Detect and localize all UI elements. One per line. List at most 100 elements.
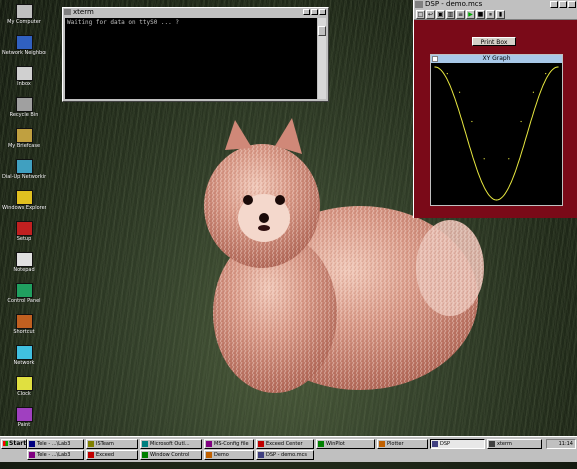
desktop-icon-label: Recycle Bin bbox=[9, 112, 39, 118]
taskbar-task-label: Tele - ...\Lab3 bbox=[37, 452, 71, 458]
minimize-button[interactable] bbox=[550, 1, 558, 8]
desktop-icon-label: Setup bbox=[16, 236, 32, 242]
close-button[interactable] bbox=[568, 1, 576, 8]
terminal-line: Waiting for data on ttyS0 ... ? bbox=[67, 19, 179, 26]
taskbar-task-button[interactable]: MS-Config file bbox=[204, 439, 254, 449]
outlook-icon bbox=[142, 441, 148, 447]
briefcase-icon bbox=[15, 128, 33, 143]
taskbar-task-button[interactable]: DSP - demo.mcs bbox=[256, 450, 314, 460]
desktop-icon[interactable]: Network Neighborhood bbox=[2, 35, 46, 65]
desktop-icon-label: Clock bbox=[17, 391, 31, 397]
clock-icon bbox=[15, 376, 33, 391]
dsp-title: DSP - demo.mcs bbox=[425, 0, 483, 8]
desktop-icon-label: Windows Explorer bbox=[2, 205, 46, 211]
desktop-icon[interactable]: Notepad bbox=[2, 252, 46, 282]
scrollbar-thumb[interactable] bbox=[318, 26, 326, 36]
taskbar-task-label: Window Control bbox=[150, 452, 190, 458]
terminal-icon bbox=[29, 452, 35, 458]
taskbar-task-label: Exceed Center bbox=[266, 441, 303, 447]
desktop-icon-label: Paint bbox=[17, 422, 31, 428]
taskbar-task-button[interactable]: Microsoft Outl... bbox=[140, 439, 202, 449]
start-button[interactable]: Start bbox=[1, 439, 27, 449]
toolbar-button[interactable]: ▶ bbox=[466, 10, 475, 19]
taskbar-task-button[interactable]: DSP bbox=[430, 439, 485, 449]
desktop-icon[interactable]: My Briefcase bbox=[2, 128, 46, 158]
xy-graph-titlebar[interactable]: XY Graph bbox=[431, 55, 562, 63]
xy-graph-window[interactable]: XY Graph bbox=[430, 54, 563, 206]
xy-data-point bbox=[495, 199, 498, 201]
window-icon bbox=[142, 452, 148, 458]
toolbar-button[interactable]: ≡ bbox=[456, 10, 465, 19]
system-menu-icon[interactable] bbox=[415, 1, 423, 8]
dsp-window[interactable]: DSP - demo.mcs □ ↩ ▣ ▥ ≡ ▶ ■ ⏸ ▮ Print Box XY Gr… bbox=[413, 0, 577, 218]
toolbar-button[interactable]: ▥ bbox=[446, 10, 455, 19]
system-tray[interactable]: 11:14 bbox=[546, 439, 576, 449]
clock: 11:14 bbox=[558, 441, 573, 447]
maximize-button[interactable] bbox=[311, 9, 318, 15]
taskbar-task-button[interactable]: ISTeam bbox=[86, 439, 138, 449]
xy-graph-title: XY Graph bbox=[482, 55, 511, 62]
taskbar-task-label: Plotter bbox=[387, 441, 404, 447]
desktop-icon[interactable]: Paint bbox=[2, 407, 46, 437]
recycle-bin-icon bbox=[15, 97, 33, 112]
taskbar-task-button[interactable]: Plotter bbox=[377, 439, 428, 449]
toolbar-button[interactable]: ▣ bbox=[436, 10, 445, 19]
desktop-icon[interactable]: My Computer bbox=[2, 4, 46, 34]
xy-data-point bbox=[508, 158, 510, 160]
desktop-icon[interactable]: Setup bbox=[2, 221, 46, 251]
xy-data-point bbox=[459, 91, 461, 93]
config-icon bbox=[206, 441, 212, 447]
taskbar-task-label: WinPlot bbox=[326, 441, 345, 447]
taskbar-task-button[interactable]: xterm bbox=[487, 439, 542, 449]
notepad-icon bbox=[15, 252, 33, 267]
desktop-icon[interactable]: Clock bbox=[2, 376, 46, 406]
desktop-icon-label: My Computer bbox=[7, 19, 41, 25]
graph-menu-icon[interactable] bbox=[432, 56, 438, 62]
taskbar: Start 11:14 Tele - ...\Lab3 ISTeam Microso… bbox=[0, 436, 577, 462]
taskbar-task-button[interactable]: Tele - ...\Lab3 bbox=[27, 450, 84, 460]
dsp-titlebar[interactable]: DSP - demo.mcs bbox=[414, 0, 577, 9]
desktop-icon-label: Network bbox=[13, 360, 35, 366]
system-menu-icon[interactable] bbox=[64, 9, 71, 15]
toolbar-button[interactable]: ■ bbox=[476, 10, 485, 19]
desktop-icon[interactable]: Network bbox=[2, 345, 46, 375]
desktop-icon[interactable]: Windows Explorer bbox=[2, 190, 46, 220]
taskbar-task-button[interactable]: Window Control bbox=[140, 450, 202, 460]
xterm-icon bbox=[489, 441, 495, 447]
toolbar-button[interactable]: ↩ bbox=[426, 10, 435, 19]
computer-icon bbox=[15, 4, 33, 19]
exceed-icon bbox=[88, 452, 94, 458]
taskbar-task-label: Exceed bbox=[96, 452, 115, 458]
desktop-icon[interactable]: Shortcut bbox=[2, 314, 46, 344]
paint-icon bbox=[15, 407, 33, 422]
xy-graph-plot bbox=[434, 66, 559, 201]
print-box-button[interactable]: Print Box bbox=[472, 37, 516, 46]
taskbar-task-button[interactable]: Tele - ...\Lab3 bbox=[27, 439, 84, 449]
plotter-icon bbox=[379, 441, 385, 447]
taskbar-task-button[interactable]: Demo bbox=[204, 450, 254, 460]
close-button[interactable] bbox=[319, 9, 326, 15]
monitor-icon bbox=[15, 345, 33, 360]
taskbar-task-button[interactable]: WinPlot bbox=[316, 439, 375, 449]
desktop-icon-label: My Briefcase bbox=[7, 143, 41, 149]
maximize-button[interactable] bbox=[559, 1, 567, 8]
toolbar-button[interactable]: ⏸ bbox=[486, 10, 495, 19]
taskbar-task-button[interactable]: Exceed Center bbox=[256, 439, 314, 449]
minimize-button[interactable] bbox=[303, 9, 310, 15]
desktop-icon[interactable]: Recycle Bin bbox=[2, 97, 46, 127]
terminal-scrollbar[interactable] bbox=[318, 18, 326, 99]
taskbar-task-label: xterm bbox=[497, 441, 512, 447]
desktop-icon[interactable]: Inbox bbox=[2, 66, 46, 96]
desktop-icon-label: Inbox bbox=[17, 81, 31, 87]
explorer-icon bbox=[15, 190, 33, 205]
toolbar-button[interactable]: □ bbox=[416, 10, 425, 19]
terminal-screen[interactable]: Waiting for data on ttyS0 ... ? bbox=[65, 18, 317, 99]
taskbar-task-label: Tele - ...\Lab3 bbox=[37, 441, 71, 447]
toolbar-button[interactable]: ▮ bbox=[496, 10, 505, 19]
terminal-window[interactable]: xterm Waiting for data on ttyS0 ... ? bbox=[62, 7, 329, 102]
demo-icon bbox=[206, 452, 212, 458]
desktop-icon[interactable]: Control Panel bbox=[2, 283, 46, 313]
taskbar-task-button[interactable]: Exceed bbox=[86, 450, 138, 460]
desktop-icon[interactable]: Dial-Up Networking bbox=[2, 159, 46, 189]
terminal-titlebar[interactable]: xterm bbox=[63, 8, 328, 17]
